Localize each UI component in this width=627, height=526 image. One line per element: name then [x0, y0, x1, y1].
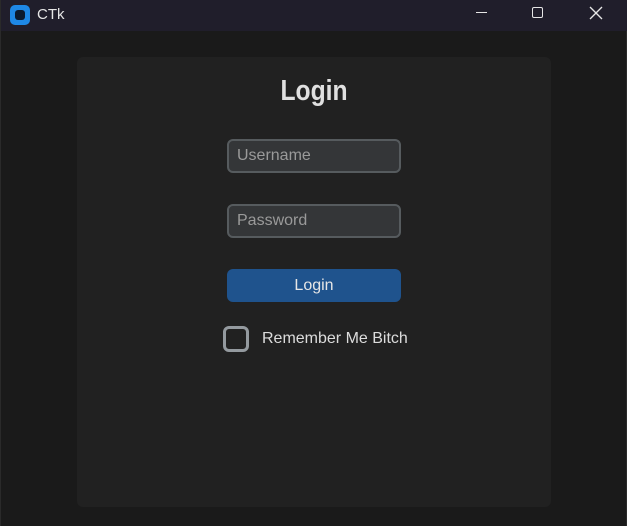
login-frame: Login Login Remember Me Bitch — [77, 57, 551, 507]
minimize-icon[interactable] — [458, 0, 504, 31]
close-icon[interactable] — [572, 0, 618, 31]
login-button[interactable]: Login — [227, 269, 401, 302]
title-bar[interactable]: CTk — [1, 0, 627, 31]
maximize-icon[interactable] — [515, 0, 561, 31]
password-field[interactable] — [227, 204, 401, 238]
remember-me-label[interactable]: Remember Me Bitch — [262, 330, 408, 348]
username-field[interactable] — [227, 139, 401, 173]
window-title: CTk — [37, 6, 65, 23]
app-window: CTk Login Login Remember Me Bitch — [0, 0, 627, 526]
remember-me-checkbox[interactable] — [223, 326, 249, 352]
login-heading: Login — [280, 75, 348, 107]
app-icon — [10, 5, 30, 25]
